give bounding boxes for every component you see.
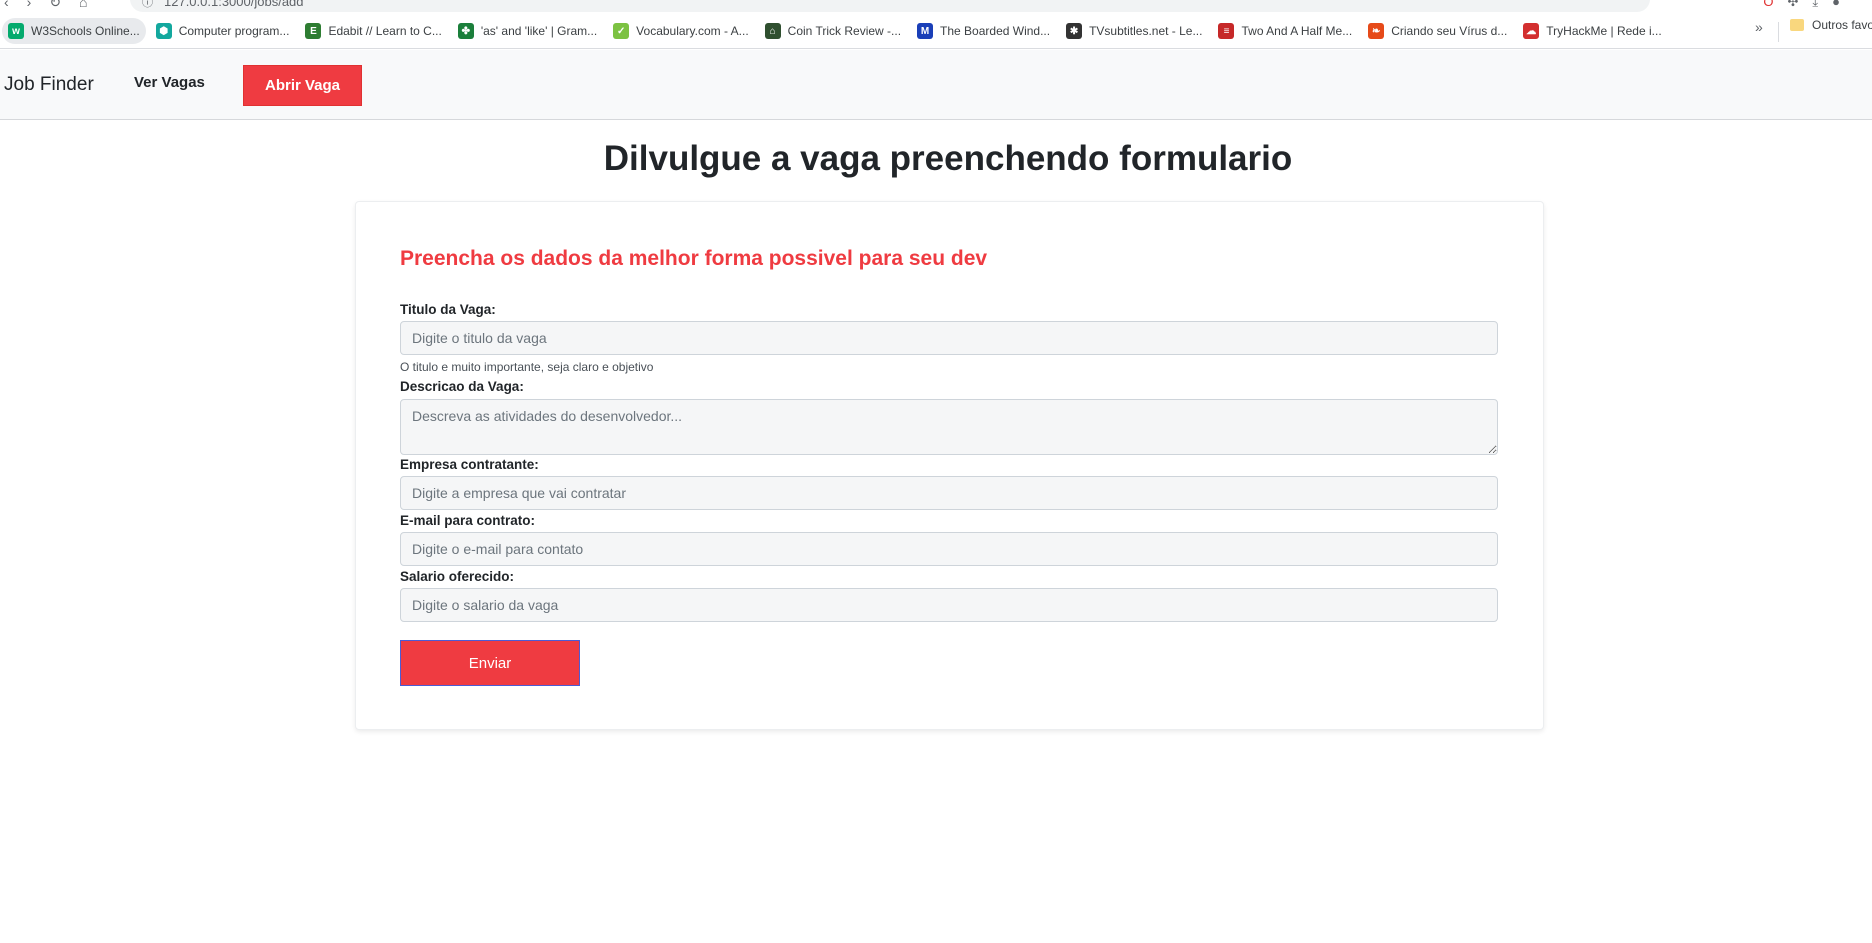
company-label: Empresa contratante: [400,457,539,472]
submit-button[interactable]: Enviar [400,640,580,686]
puzzle-icon: ✣ [1787,0,1813,9]
bookmark-label: Computer program... [178,24,290,38]
bookmark-item[interactable]: ✓ Vocabulary.com - A... [607,18,755,44]
bookmark-item[interactable]: ❧ Criando seu Vírus d... [1362,18,1513,44]
bookmark-item[interactable]: ☁ TryHackMe | Rede i... [1517,18,1667,44]
bookmark-item[interactable]: E Edabit // Learn to C... [299,18,447,44]
bookmark-label: The Boarded Wind... [940,24,1051,38]
job-form-card: Preencha os dados da melhor forma possiv… [355,201,1544,730]
nav-link-ver-vagas[interactable]: Ver Vagas [134,74,205,91]
profile-icon: ● [1832,0,1854,9]
app-navbar: Job Finder Ver Vagas Abrir Vaga [0,50,1872,120]
bookmark-label: TVsubtitles.net - Le... [1089,24,1203,38]
cloud-icon: ☁ [1523,23,1540,39]
company-input[interactable] [400,476,1498,510]
bookmarks-separator [1778,22,1779,42]
bookmark-item[interactable]: ⬢ Computer program... [150,18,296,44]
film-reel-icon: ✱ [1066,23,1083,39]
hexagon-icon: ⬢ [155,23,172,39]
address-bar[interactable]: ⓘ 127.0.0.1:3000/jobs/add [130,0,1650,12]
browser-extension-icons[interactable]: O✣⤓● [1763,0,1854,10]
bookmarks-bar: w W3Schools Online... ⬢ Computer program...… [0,14,1872,49]
bookmark-label: 'as' and 'like' | Gram... [480,24,598,38]
bookmark-label: W3Schools Online... [31,24,140,38]
bookmark-item[interactable]: ⌂ Coin Trick Review -... [759,18,907,44]
bookmark-item[interactable]: ✱ TVsubtitles.net - Le... [1060,18,1208,44]
description-label: Descricao da Vaga: [400,379,524,394]
info-icon[interactable]: ⓘ [142,0,153,10]
mt-logo-icon: M [917,23,934,39]
form-heading: Preencha os dados da melhor forma possiv… [400,247,988,270]
bookmark-item[interactable]: ≡ Two And A Half Me... [1212,18,1358,44]
other-bookmarks-label: Outros favo [1812,18,1872,32]
download-icon: ⤓ [1812,0,1833,9]
folder-icon [1790,19,1804,31]
browser-nav-icons[interactable]: ‹›↻⌂ [4,0,106,11]
title-label: Titulo da Vaga: [400,302,496,317]
bookmark-label: Coin Trick Review -... [787,24,902,38]
bookmark-label: Edabit // Learn to C... [328,24,442,38]
email-label: E-mail para contrato: [400,513,536,528]
coin-icon: ⌂ [764,23,781,39]
bookmark-label: Two And A Half Me... [1241,24,1353,38]
title-input[interactable] [400,321,1498,355]
description-textarea[interactable] [400,399,1498,455]
bookmark-item[interactable]: w W3Schools Online... [2,18,146,44]
opera-icon: O [1763,0,1788,9]
edabit-icon: E [305,23,322,39]
checkmark-icon: ✓ [613,23,630,39]
salary-label: Salario oferecido: [400,569,515,584]
other-bookmarks-folder[interactable]: Outros favo [1790,18,1872,32]
clover-icon: ✤ [457,23,474,39]
brand-logo[interactable]: Job Finder [4,74,94,96]
abrir-vaga-button[interactable]: Abrir Vaga [243,65,362,106]
shrimp-icon: ❧ [1368,23,1385,39]
chevron-double-right-icon[interactable]: » [1755,19,1763,35]
tv-logo-icon: ≡ [1218,23,1235,39]
bookmark-item[interactable]: M The Boarded Wind... [911,18,1056,44]
bookmark-label: Vocabulary.com - A... [636,24,749,38]
bookmark-item[interactable]: ✤ 'as' and 'like' | Gram... [452,18,603,44]
browser-toolbar: ‹›↻⌂ ⓘ 127.0.0.1:3000/jobs/add O✣⤓● [0,0,1872,14]
bookmark-label: TryHackMe | Rede i... [1546,24,1662,38]
w3schools-icon: w [8,23,24,39]
salary-input[interactable] [400,588,1498,622]
title-help-text: O titulo e muito importante, seja claro … [400,360,654,374]
page-title: Dilvulgue a vaga preenchendo formulario [603,139,1293,178]
address-bar-url: 127.0.0.1:3000/jobs/add [164,0,304,9]
bookmark-label: Criando seu Vírus d... [1391,24,1508,38]
email-input[interactable] [400,532,1498,566]
